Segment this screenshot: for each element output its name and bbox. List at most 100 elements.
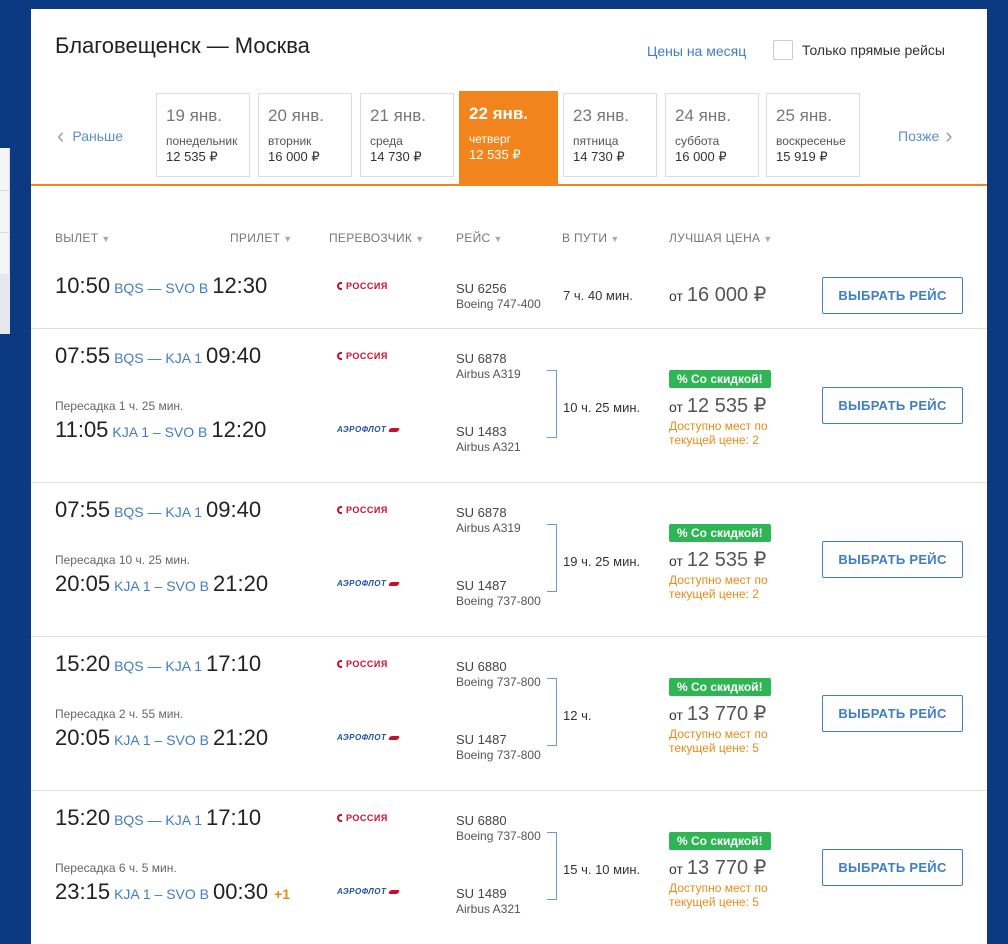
seats-availability: Доступно мест по текущей цене: 2 — [669, 573, 768, 601]
date-option[interactable]: 22 янв. четверг 12 535 ₽ — [459, 91, 558, 186]
flight-number: SU 1489 — [456, 886, 507, 901]
date-weekday: воскресенье — [776, 134, 846, 148]
column-header-arrival[interactable]: ПРИЛЕТ ▼ — [230, 231, 292, 245]
travel-duration: 15 ч. 10 мин. — [563, 862, 641, 877]
aeroflot-airline-logo: АЭРОФЛОТ — [337, 887, 401, 896]
aeroflot-wing-icon — [388, 889, 401, 894]
aeroflot-airline-logo: АЭРОФЛОТ — [337, 579, 401, 588]
date-weekday: четверг — [469, 132, 511, 146]
arrival-time: 12:20 — [211, 417, 267, 442]
arrival-time: 17:10 — [206, 651, 262, 676]
aircraft-type: Boeing 737-800 — [456, 594, 541, 608]
segment-times: 11:05 KJA 1 – SVO B 12:20 — [55, 417, 266, 443]
departure-time: 20:05 — [55, 571, 111, 596]
date-min-price: 12 535 ₽ — [166, 149, 218, 164]
column-header-duration[interactable]: В ПУТИ ▼ — [562, 231, 620, 245]
flight-info: SU 1487 Boeing 737-800 — [456, 578, 541, 608]
flight-number: SU 1483 — [456, 424, 507, 439]
date-day: 24 янв. — [675, 106, 731, 125]
select-flight-button[interactable]: ВЫБРАТЬ РЕЙС — [822, 695, 963, 732]
airport-codes: KJA 1 – SVO B — [114, 732, 209, 748]
flight-number: SU 6878 — [456, 505, 507, 520]
flight-number: SU 6878 — [456, 351, 507, 366]
date-option[interactable]: 20 янв. вторник 16 000 ₽ — [258, 93, 352, 177]
date-min-price: 14 730 ₽ — [370, 149, 422, 164]
segment-times: 20:05 KJA 1 – SVO B 21:20 — [55, 725, 268, 751]
date-day: 22 янв. — [469, 104, 528, 123]
select-flight-button[interactable]: ВЫБРАТЬ РЕЙС — [822, 849, 963, 886]
sort-caret-icon: ▼ — [101, 234, 111, 244]
rossiya-airline-logo: РОССИЯ — [337, 281, 388, 291]
next-day-indicator: +1 — [274, 886, 291, 902]
direct-only-checkbox[interactable] — [773, 40, 793, 60]
sort-caret-icon: ▼ — [610, 234, 620, 244]
rossiya-mark-icon — [337, 814, 342, 822]
column-header-flight[interactable]: РЕЙС ▼ — [456, 231, 503, 245]
date-weekday: вторник — [268, 134, 312, 148]
date-min-price: 12 535 ₽ — [469, 147, 521, 162]
divider — [0, 232, 10, 233]
flight-info: SU 6878 Airbus A319 — [456, 505, 521, 535]
month-prices-link[interactable]: Цены на месяц — [647, 43, 746, 59]
connection-bracket — [547, 832, 557, 900]
date-min-price: 14 730 ₽ — [573, 149, 625, 164]
date-option[interactable]: 23 янв. пятница 14 730 ₽ — [563, 93, 657, 177]
rossiya-mark-icon — [337, 352, 342, 360]
earlier-dates-button[interactable]: ‹ Раньше — [57, 125, 123, 147]
rossiya-airline-logo: РОССИЯ — [337, 505, 388, 515]
airport-codes: BQS — KJA 1 — [114, 658, 202, 674]
airline-name: РОССИЯ — [346, 281, 388, 291]
airline-name: РОССИЯ — [346, 351, 388, 361]
travel-duration: 12 ч. — [563, 708, 592, 723]
discount-badge: % Со скидкой! — [669, 678, 771, 696]
date-option[interactable]: 25 янв. воскресенье 15 919 ₽ — [766, 93, 860, 177]
sort-caret-icon: ▼ — [493, 234, 503, 244]
direct-only-toggle[interactable]: Только прямые рейсы — [773, 40, 945, 60]
segment-times: 15:20 BQS — KJA 1 17:10 — [55, 805, 261, 831]
date-day: 21 янв. — [370, 106, 426, 125]
arrival-time: 21:20 — [213, 725, 269, 750]
select-flight-button[interactable]: ВЫБРАТЬ РЕЙС — [822, 277, 963, 314]
departure-time: 07:55 — [55, 497, 111, 522]
date-option[interactable]: 24 янв. суббота 16 000 ₽ — [665, 93, 759, 177]
transfer-info: Пересадка 2 ч. 55 мин. — [55, 707, 184, 721]
column-header-departure[interactable]: ВЫЛЕТ ▼ — [55, 231, 111, 245]
airline-name: АЭРОФЛОТ — [337, 425, 387, 434]
aircraft-type: Airbus A319 — [456, 367, 521, 381]
column-header-best-price[interactable]: ЛУЧШАЯ ЦЕНА ▼ — [669, 231, 773, 245]
divider — [0, 274, 10, 334]
seats-availability: Доступно мест по текущей цене: 2 — [669, 419, 768, 447]
date-option[interactable]: 19 янв. понедельник 12 535 ₽ — [156, 93, 250, 177]
travel-duration: 19 ч. 25 мин. — [563, 554, 641, 569]
flight-number: SU 6880 — [456, 813, 507, 828]
airport-codes: BQS — KJA 1 — [114, 812, 202, 828]
date-day: 25 янв. — [776, 106, 832, 125]
travel-duration: 10 ч. 25 мин. — [563, 400, 641, 415]
discount-badge: % Со скидкой! — [669, 370, 771, 388]
price-prefix: от — [669, 707, 683, 723]
flight-info: SU 6256 Boeing 747-400 — [456, 281, 541, 311]
column-header-carrier[interactable]: ПЕРЕВОЗЧИК ▼ — [329, 231, 424, 245]
price: от 13 770 ₽ — [669, 855, 766, 880]
airport-codes: KJA 1 – SVO B — [112, 424, 208, 440]
discount-badge: % Со скидкой! — [669, 832, 771, 850]
segment-times: 20:05 KJA 1 – SVO B 21:20 — [55, 571, 268, 597]
aircraft-type: Boeing 747-400 — [456, 297, 541, 311]
departure-time: 11:05 — [55, 417, 109, 442]
aeroflot-wing-icon — [388, 581, 401, 586]
airport-codes: KJA 1 – SVO B — [114, 886, 209, 902]
flight-result-row: 15:20 BQS — KJA 1 17:10 РОССИЯ SU 6880 Boeing… — [31, 636, 987, 790]
seats-availability: Доступно мест по текущей цене: 5 — [669, 727, 768, 755]
aircraft-type: Boeing 737-800 — [456, 748, 541, 762]
date-weekday: пятница — [573, 134, 619, 148]
date-option[interactable]: 21 янв. среда 14 730 ₽ — [360, 93, 454, 177]
later-dates-button[interactable]: Позже › — [898, 125, 953, 147]
airline-name: РОССИЯ — [346, 813, 388, 823]
select-flight-button[interactable]: ВЫБРАТЬ РЕЙС — [822, 387, 963, 424]
date-day: 19 янв. — [166, 106, 222, 125]
active-date-underline — [31, 184, 987, 186]
arrival-time: 21:20 — [213, 571, 269, 596]
select-flight-button[interactable]: ВЫБРАТЬ РЕЙС — [822, 541, 963, 578]
connection-bracket — [547, 678, 557, 746]
departure-time: 15:20 — [55, 651, 111, 676]
